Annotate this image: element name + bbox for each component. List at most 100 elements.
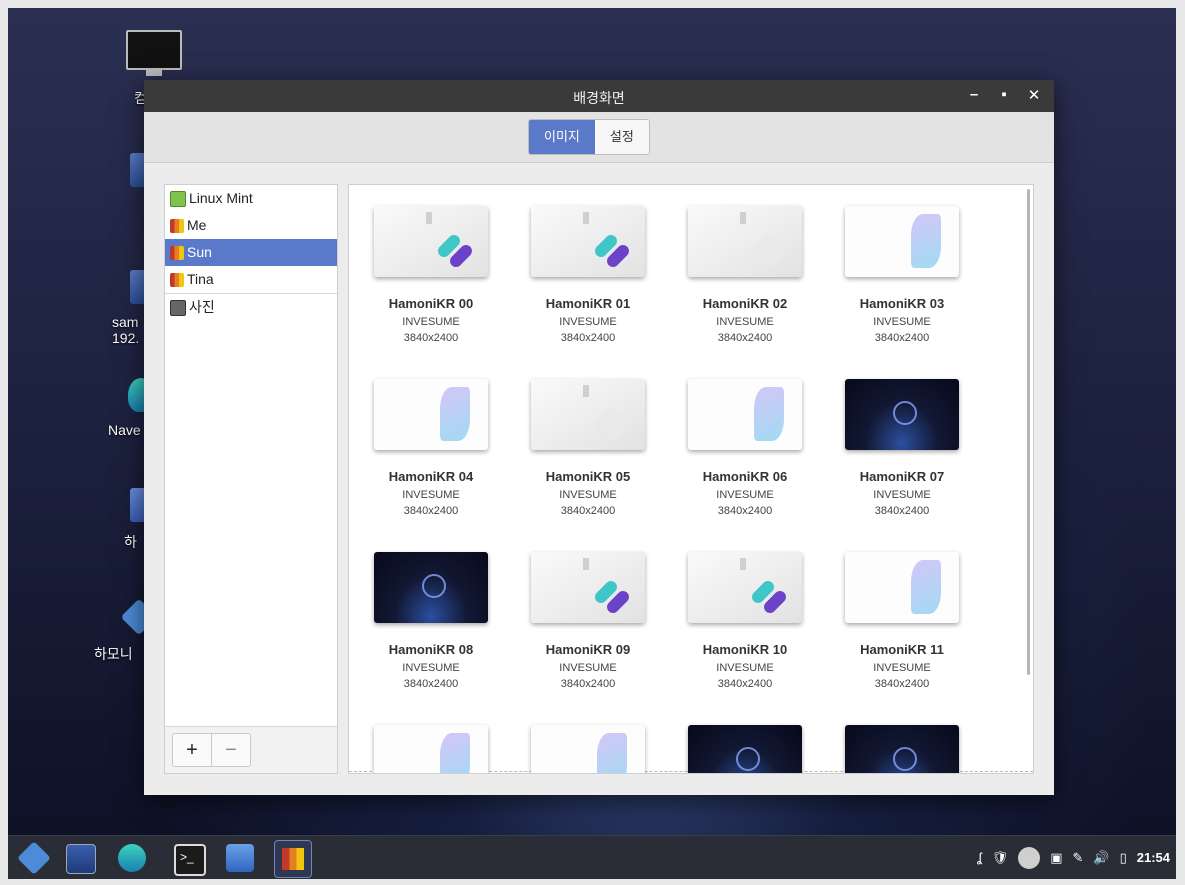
thumb-swirl-shape [422,574,446,598]
wallpaper-author: INVESUME [402,662,460,674]
wallpaper-resolution: 3840x2400 [717,332,773,344]
wallpaper-item[interactable]: HamoniKR 01 INVESUME 3840x2400 [518,206,658,344]
screenshot-icon[interactable]: ▣ [1050,850,1062,866]
desktop-icon-computer[interactable]: 컴 [126,30,182,106]
wallpaper-name: HamoniKR 07 [859,469,945,484]
collection-icon [170,272,184,287]
wallpaper-author: INVESUME [402,316,460,328]
wallpaper-resolution: 3840x2400 [403,678,459,690]
wallpaper-thumbnail[interactable] [688,206,802,277]
wallpaper-name: HamoniKR 11 [860,642,944,657]
wallpaper-item[interactable]: HamoniKR 07 INVESUME 3840x2400 [832,379,972,517]
wallpaper-thumbnail[interactable] [374,552,488,623]
wallpaper-item[interactable] [832,725,972,773]
wallpaper-window: 배경화면 – ▪ ✕ 이미지 설정 Linux Mint Me Sun Tina [144,80,1054,795]
wallpaper-item[interactable] [675,725,815,773]
wallpaper-thumbnail[interactable] [688,379,802,450]
scrollbar[interactable] [1027,189,1030,675]
clock[interactable]: 21:54 [1137,850,1170,865]
wallpaper-name: HamoniKR 06 [702,469,788,484]
wallpaper-item[interactable]: HamoniKR 08 INVESUME 3840x2400 [361,552,501,690]
thumb-cube-shape [740,558,746,570]
thumb-cube-shape [583,558,589,570]
wallpaper-item[interactable]: HamoniKR 02 INVESUME 3840x2400 [675,206,815,344]
wallpaper-name: HamoniKR 00 [388,296,474,311]
thumb-ribbon-shape [754,387,784,441]
linux-mint-icon [170,190,186,207]
minimize-button[interactable]: – [966,86,982,104]
maximize-button[interactable]: ▪ [996,86,1012,104]
wallpaper-item[interactable]: HamoniKR 11 INVESUME 3840x2400 [832,552,972,690]
wallpaper-resolution: 3840x2400 [874,678,930,690]
sidebar-item-linux-mint[interactable]: Linux Mint [165,185,337,212]
wallpaper-item[interactable] [361,725,501,773]
wallpaper-item[interactable]: HamoniKR 03 INVESUME 3840x2400 [832,206,972,344]
wallpaper-thumbnail[interactable] [374,379,488,450]
wallpaper-author: INVESUME [716,662,774,674]
wallpaper-author: INVESUME [873,489,931,501]
thumb-ribbon-shape [440,733,470,773]
wallpaper-thumbnail[interactable] [845,725,959,773]
app-tray-icon[interactable]: ʆ [977,850,982,865]
thumb-ribbon-shape [440,387,470,441]
wallpaper-name: HamoniKR 09 [545,642,631,657]
wallpaper-resolution: 3840x2400 [560,678,616,690]
collection-sidebar: Linux Mint Me Sun Tina 사진 + − [164,184,338,774]
wallpaper-thumbnail[interactable] [531,206,645,277]
wallpaper-item[interactable]: HamoniKR 10 INVESUME 3840x2400 [675,552,815,690]
thumb-cube-shape [583,385,589,397]
avatar[interactable] [1018,846,1041,869]
shield-icon[interactable]: 🛡 [992,850,1009,866]
sidebar-item-label: 사진 [189,299,215,315]
camera-icon [170,299,186,316]
wallpaper-item[interactable]: HamoniKR 09 INVESUME 3840x2400 [518,552,658,690]
wallpaper-author: INVESUME [716,489,774,501]
wallpaper-app-icon[interactable] [274,840,312,878]
tab-settings[interactable]: 설정 [594,120,649,154]
close-button[interactable]: ✕ [1026,86,1042,104]
thumb-cube-shape [426,212,432,224]
wallpaper-author: INVESUME [716,316,774,328]
wallpaper-thumbnail[interactable] [845,552,959,623]
wallpaper-resolution: 3840x2400 [874,332,930,344]
menu-icon[interactable] [17,841,51,875]
titlebar[interactable]: 배경화면 – ▪ ✕ [144,80,1054,112]
wallpaper-thumbnail[interactable] [688,725,802,773]
sidebar-item-me[interactable]: Me [165,212,337,239]
wallpaper-item[interactable]: HamoniKR 06 INVESUME 3840x2400 [675,379,815,517]
sidebar-item-sun[interactable]: Sun [165,239,337,266]
wallpaper-thumbnail[interactable] [531,725,645,773]
wallpaper-author: INVESUME [873,316,931,328]
view-switcher: 이미지 설정 [528,119,650,155]
power-icon[interactable]: ▯ [1120,850,1127,866]
wallpaper-thumbnail[interactable] [845,206,959,277]
wallpaper-thumbnail[interactable] [531,552,645,623]
wallpaper-resolution: 3840x2400 [717,678,773,690]
terminal-icon[interactable]: >_ [174,844,206,876]
remove-folder-button[interactable]: − [211,734,250,766]
add-folder-button[interactable]: + [173,734,211,766]
show-desktop-icon[interactable] [66,844,96,874]
wallpaper-thumbnail[interactable] [845,379,959,450]
wallpaper-item[interactable]: HamoniKR 04 INVESUME 3840x2400 [361,379,501,517]
wallpaper-item[interactable] [518,725,658,773]
wallpaper-item[interactable]: HamoniKR 05 INVESUME 3840x2400 [518,379,658,517]
wallpaper-thumbnail[interactable] [374,725,488,773]
wallpaper-name: HamoniKR 04 [388,469,474,484]
sidebar-item-photos[interactable]: 사진 [165,293,337,321]
wallpaper-resolution: 3840x2400 [717,505,773,517]
thumb-swirl-shape [893,747,917,771]
wallpaper-thumbnail[interactable] [688,552,802,623]
thumb-swirl-shape [736,747,760,771]
thumb-swirl-shape [893,401,917,425]
wallpaper-thumbnail[interactable] [374,206,488,277]
wallpaper-item[interactable]: HamoniKR 00 INVESUME 3840x2400 [361,206,501,344]
naver-whale-icon[interactable] [118,844,146,872]
wallpaper-thumbnail[interactable] [531,379,645,450]
pen-icon[interactable]: ✎ [1073,850,1084,866]
tab-images[interactable]: 이미지 [529,120,595,154]
wallpaper-name: HamoniKR 02 [702,296,788,311]
sidebar-item-tina[interactable]: Tina [165,266,337,293]
folder-icon[interactable] [226,844,254,872]
volume-icon[interactable]: 🔊 [1093,850,1109,866]
